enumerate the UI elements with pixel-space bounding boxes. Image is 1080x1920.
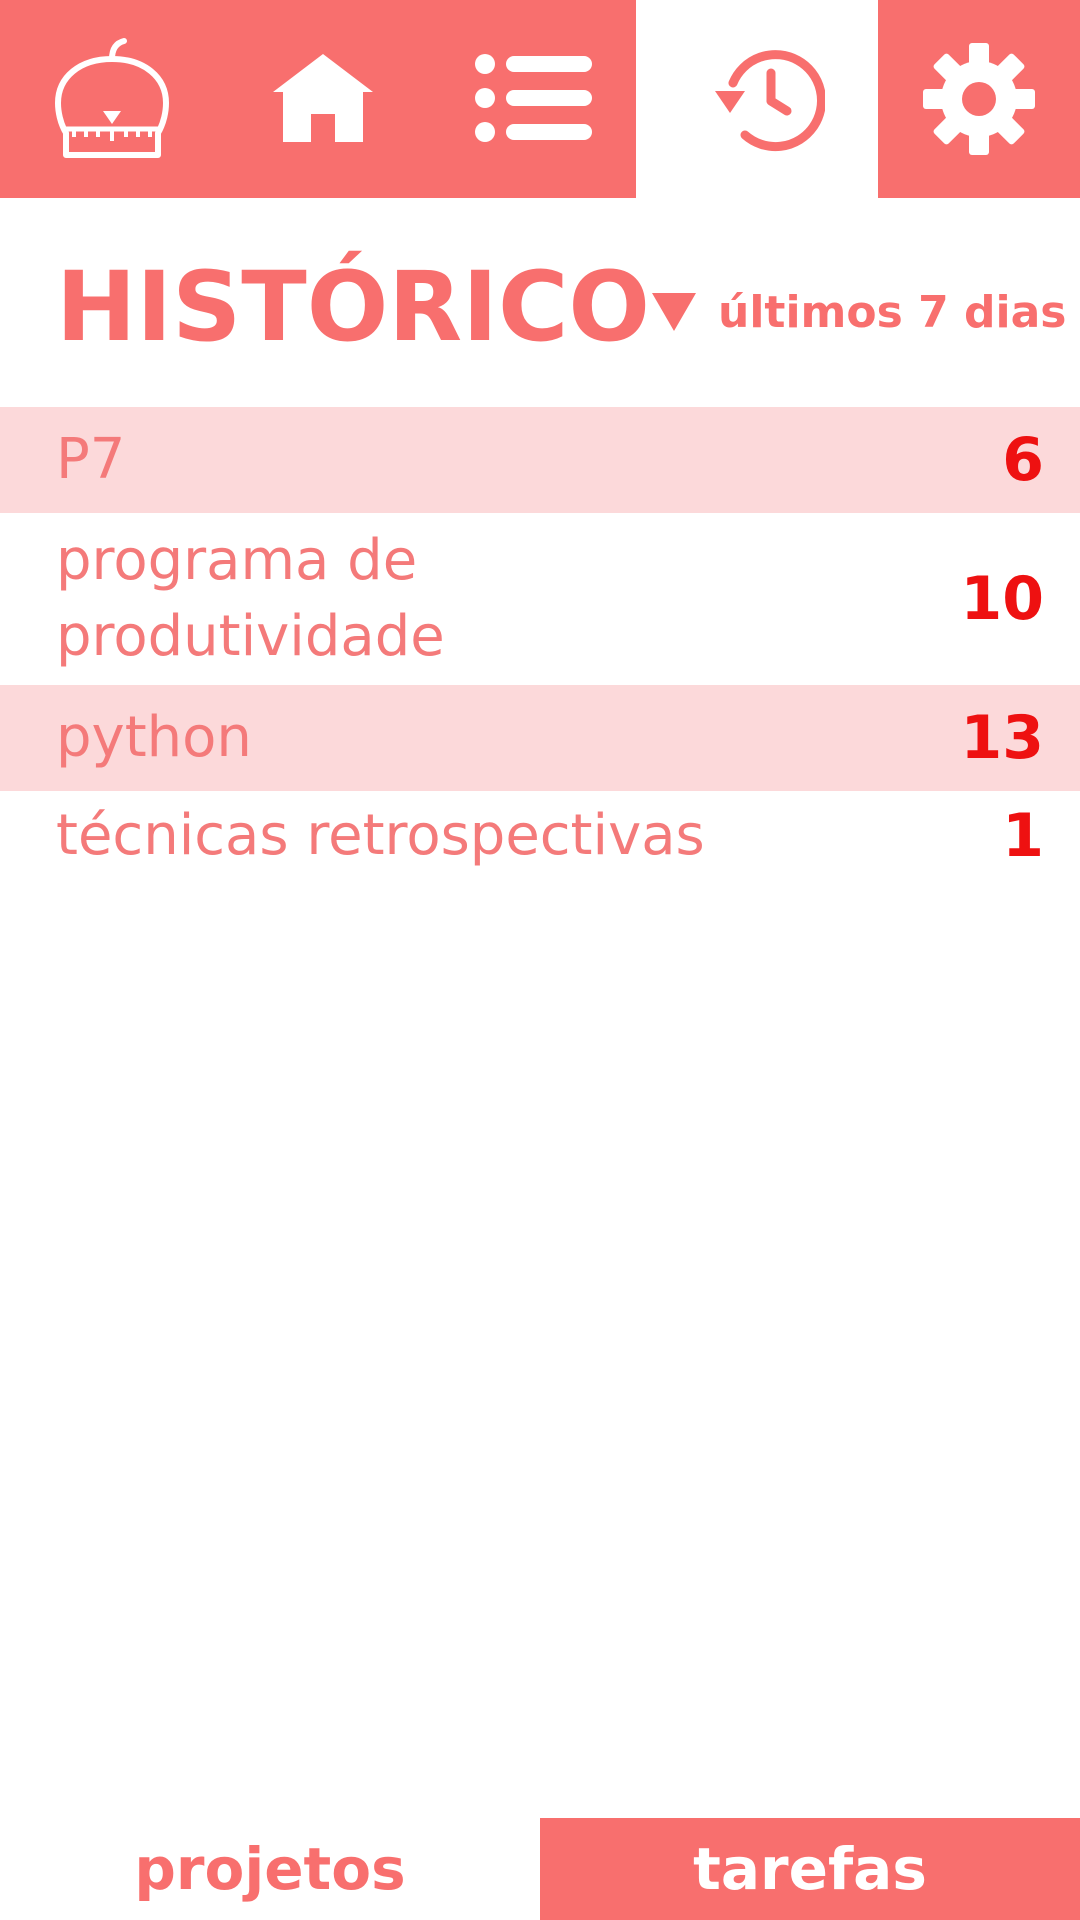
page-header: HISTÓRICO últimos 7 dias (56, 252, 1076, 362)
bottom-tab-bar: projetos tarefas (0, 1818, 1080, 1920)
pomodoro-timer-button[interactable] (0, 0, 223, 198)
tab-projects[interactable]: projetos (0, 1818, 540, 1920)
settings-button[interactable] (878, 0, 1080, 198)
pomodoro-count: 10 (960, 564, 1045, 634)
pomodoro-count: 6 (1002, 425, 1044, 495)
history-button[interactable] (652, 0, 878, 198)
period-filter-label: últimos 7 dias (718, 286, 1067, 338)
triangle-down-icon (652, 293, 696, 331)
list-item[interactable]: técnicas retrospectivas 1 (0, 791, 1080, 881)
list-icon (474, 52, 592, 148)
pomodoro-logo-icon (52, 37, 172, 161)
list-button[interactable] (468, 40, 598, 160)
nav-group (223, 0, 636, 198)
list-item[interactable]: P7 6 (0, 407, 1080, 513)
pomodoro-count: 1 (1002, 801, 1044, 871)
home-icon (271, 52, 375, 148)
page-title: HISTÓRICO (56, 251, 650, 363)
list-item[interactable]: programa de produtividade 10 (0, 513, 1080, 685)
home-button[interactable] (263, 40, 383, 160)
history-list: P7 6 programa de produtividade 10 python… (0, 407, 1080, 881)
project-name: python (56, 705, 252, 770)
history-icon (705, 43, 825, 155)
project-name: programa de produtividade (56, 528, 445, 669)
period-filter-dropdown[interactable]: últimos 7 dias (652, 282, 1067, 342)
list-item[interactable]: python 13 (0, 685, 1080, 791)
project-name: técnicas retrospectivas (56, 803, 705, 868)
top-nav-bar (0, 0, 1080, 198)
project-name: P7 (56, 427, 126, 492)
gear-icon (921, 41, 1037, 157)
history-screen: HISTÓRICO últimos 7 dias P7 6 programa d… (0, 0, 1080, 1920)
tab-tasks[interactable]: tarefas (540, 1818, 1080, 1920)
pomodoro-count: 13 (960, 703, 1045, 773)
